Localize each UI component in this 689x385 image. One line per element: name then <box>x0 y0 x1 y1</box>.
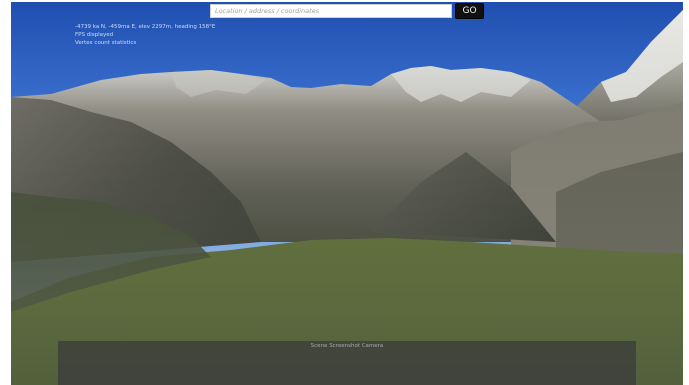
location-search-bar: GO <box>210 3 484 19</box>
go-button[interactable]: GO <box>455 3 484 19</box>
screenshot-camera-panel[interactable]: Scene Screenshot Camera <box>58 341 636 385</box>
location-search-input[interactable] <box>210 4 452 18</box>
terrain-scene <box>11 2 683 385</box>
stats-readout: Vertex count statistics <box>75 40 137 46</box>
panel-title: Scene Screenshot Camera <box>310 343 384 349</box>
fps-readout: FPS displayed <box>75 32 114 38</box>
atmospheric-haze <box>11 2 683 385</box>
terrain-viewport[interactable]: -4739 ka N, -459ma E, elev 2297m, headin… <box>11 2 683 385</box>
app-window: -4739 ka N, -459ma E, elev 2297m, headin… <box>0 0 689 385</box>
status-overlay: -4739 ka N, -459ma E, elev 2297m, headin… <box>75 23 215 47</box>
coordinates-readout: -4739 ka N, -459ma E, elev 2297m, headin… <box>75 24 216 30</box>
